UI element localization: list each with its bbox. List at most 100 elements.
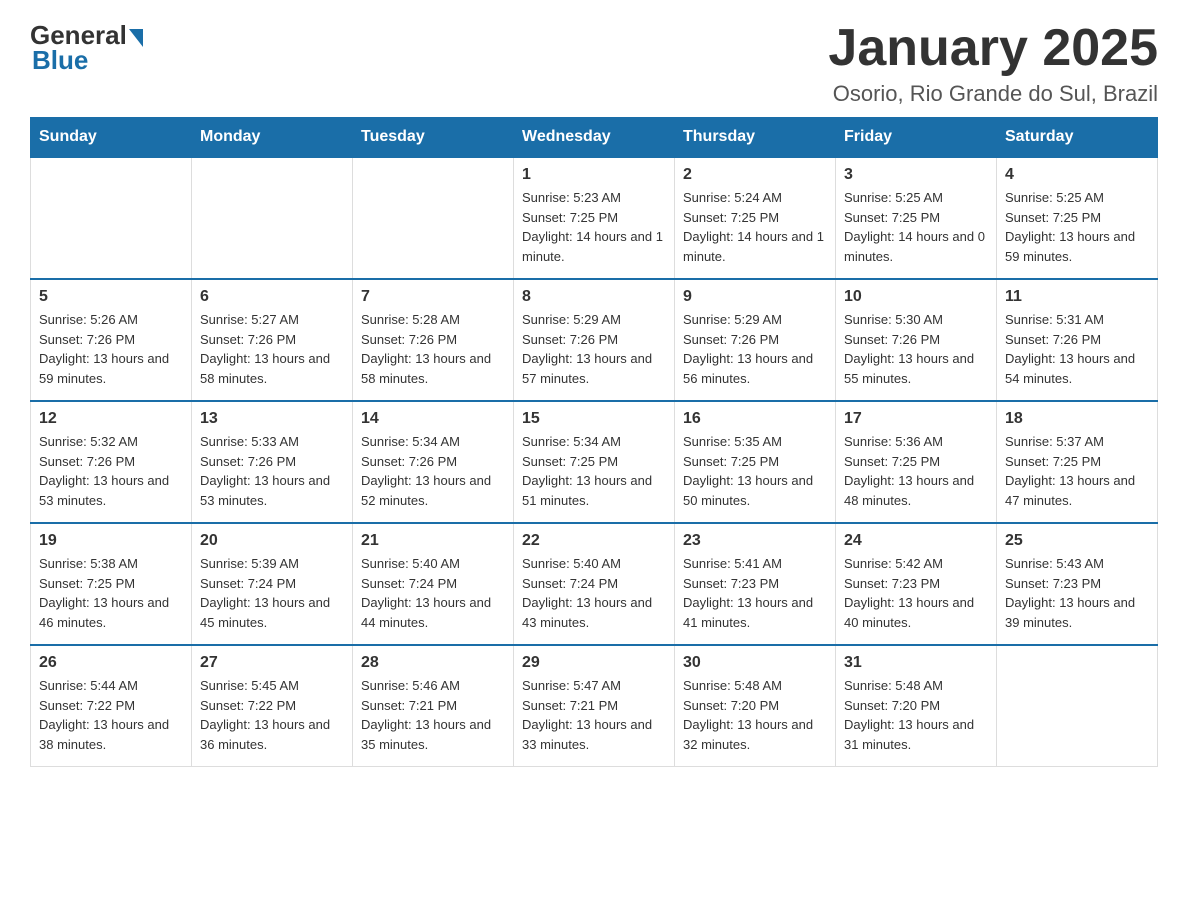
calendar-cell: 19 Sunrise: 5:38 AM Sunset: 7:25 PM Dayli…: [31, 523, 192, 645]
calendar-header-sunday: Sunday: [31, 118, 192, 158]
calendar-cell: 18 Sunrise: 5:37 AM Sunset: 7:25 PM Dayli…: [997, 401, 1158, 523]
logo-arrow-icon: [129, 29, 143, 47]
calendar-cell: [31, 157, 192, 279]
day-number: 1: [522, 166, 666, 184]
title-section: January 2025 Osorio, Rio Grande do Sul, …: [828, 20, 1158, 107]
day-info: Sunrise: 5:38 AM Sunset: 7:25 PM Dayligh…: [39, 554, 183, 632]
day-info: Sunrise: 5:47 AM Sunset: 7:21 PM Dayligh…: [522, 676, 666, 754]
calendar-cell: 10 Sunrise: 5:30 AM Sunset: 7:26 PM Dayli…: [836, 279, 997, 401]
logo-blue-text: Blue: [32, 45, 88, 76]
day-info: Sunrise: 5:39 AM Sunset: 7:24 PM Dayligh…: [200, 554, 344, 632]
calendar-cell: 17 Sunrise: 5:36 AM Sunset: 7:25 PM Dayli…: [836, 401, 997, 523]
calendar-cell: 2 Sunrise: 5:24 AM Sunset: 7:25 PM Daylig…: [675, 157, 836, 279]
calendar-cell: 5 Sunrise: 5:26 AM Sunset: 7:26 PM Daylig…: [31, 279, 192, 401]
day-info: Sunrise: 5:44 AM Sunset: 7:22 PM Dayligh…: [39, 676, 183, 754]
day-number: 6: [200, 288, 344, 306]
calendar-header-row: SundayMondayTuesdayWednesdayThursdayFrid…: [31, 118, 1158, 158]
day-number: 21: [361, 532, 505, 550]
day-info: Sunrise: 5:34 AM Sunset: 7:26 PM Dayligh…: [361, 432, 505, 510]
calendar-cell: 31Sunrise: 5:48 AM Sunset: 7:20 PM Dayli…: [836, 645, 997, 767]
day-info: Sunrise: 5:30 AM Sunset: 7:26 PM Dayligh…: [844, 310, 988, 388]
day-info: Sunrise: 5:35 AM Sunset: 7:25 PM Dayligh…: [683, 432, 827, 510]
day-info: Sunrise: 5:25 AM Sunset: 7:25 PM Dayligh…: [1005, 188, 1149, 266]
calendar-cell: 22 Sunrise: 5:40 AM Sunset: 7:24 PM Dayli…: [514, 523, 675, 645]
calendar-cell: 23Sunrise: 5:41 AM Sunset: 7:23 PM Dayli…: [675, 523, 836, 645]
day-info: Sunrise: 5:28 AM Sunset: 7:26 PM Dayligh…: [361, 310, 505, 388]
calendar-cell: [192, 157, 353, 279]
day-info: Sunrise: 5:40 AM Sunset: 7:24 PM Dayligh…: [361, 554, 505, 632]
day-info: Sunrise: 5:31 AM Sunset: 7:26 PM Dayligh…: [1005, 310, 1149, 388]
day-number: 11: [1005, 288, 1149, 306]
day-info: Sunrise: 5:40 AM Sunset: 7:24 PM Dayligh…: [522, 554, 666, 632]
day-number: 22: [522, 532, 666, 550]
day-info: Sunrise: 5:29 AM Sunset: 7:26 PM Dayligh…: [522, 310, 666, 388]
day-info: Sunrise: 5:27 AM Sunset: 7:26 PM Dayligh…: [200, 310, 344, 388]
day-number: 9: [683, 288, 827, 306]
calendar-cell: 29 Sunrise: 5:47 AM Sunset: 7:21 PM Dayli…: [514, 645, 675, 767]
day-number: 7: [361, 288, 505, 306]
day-number: 16: [683, 410, 827, 428]
day-info: Sunrise: 5:41 AM Sunset: 7:23 PM Dayligh…: [683, 554, 827, 632]
day-info: Sunrise: 5:25 AM Sunset: 7:25 PM Dayligh…: [844, 188, 988, 266]
day-number: 5: [39, 288, 183, 306]
calendar-header-tuesday: Tuesday: [353, 118, 514, 158]
day-number: 18: [1005, 410, 1149, 428]
day-info: Sunrise: 5:45 AM Sunset: 7:22 PM Dayligh…: [200, 676, 344, 754]
day-number: 24: [844, 532, 988, 550]
day-number: 15: [522, 410, 666, 428]
day-number: 27: [200, 654, 344, 672]
calendar-header-friday: Friday: [836, 118, 997, 158]
day-number: 10: [844, 288, 988, 306]
day-info: Sunrise: 5:26 AM Sunset: 7:26 PM Dayligh…: [39, 310, 183, 388]
calendar-cell: 3 Sunrise: 5:25 AM Sunset: 7:25 PM Daylig…: [836, 157, 997, 279]
day-number: 26: [39, 654, 183, 672]
day-info: Sunrise: 5:24 AM Sunset: 7:25 PM Dayligh…: [683, 188, 827, 266]
day-info: Sunrise: 5:33 AM Sunset: 7:26 PM Dayligh…: [200, 432, 344, 510]
day-number: 29: [522, 654, 666, 672]
calendar-cell: 9 Sunrise: 5:29 AM Sunset: 7:26 PM Daylig…: [675, 279, 836, 401]
page-header: General Blue January 2025 Osorio, Rio Gr…: [30, 20, 1158, 107]
calendar-cell: 28 Sunrise: 5:46 AM Sunset: 7:21 PM Dayli…: [353, 645, 514, 767]
day-number: 13: [200, 410, 344, 428]
day-number: 12: [39, 410, 183, 428]
calendar-header-saturday: Saturday: [997, 118, 1158, 158]
day-info: Sunrise: 5:23 AM Sunset: 7:25 PM Dayligh…: [522, 188, 666, 266]
day-info: Sunrise: 5:48 AM Sunset: 7:20 PM Dayligh…: [683, 676, 827, 754]
day-number: 4: [1005, 166, 1149, 184]
calendar-cell: 4 Sunrise: 5:25 AM Sunset: 7:25 PM Daylig…: [997, 157, 1158, 279]
day-number: 28: [361, 654, 505, 672]
calendar-cell: 25 Sunrise: 5:43 AM Sunset: 7:23 PM Dayli…: [997, 523, 1158, 645]
calendar-cell: 1 Sunrise: 5:23 AM Sunset: 7:25 PM Daylig…: [514, 157, 675, 279]
day-info: Sunrise: 5:36 AM Sunset: 7:25 PM Dayligh…: [844, 432, 988, 510]
calendar-cell: 7 Sunrise: 5:28 AM Sunset: 7:26 PM Daylig…: [353, 279, 514, 401]
calendar-cell: 27 Sunrise: 5:45 AM Sunset: 7:22 PM Dayli…: [192, 645, 353, 767]
calendar-cell: 21 Sunrise: 5:40 AM Sunset: 7:24 PM Dayli…: [353, 523, 514, 645]
calendar-cell: 24 Sunrise: 5:42 AM Sunset: 7:23 PM Dayli…: [836, 523, 997, 645]
day-number: 3: [844, 166, 988, 184]
day-number: 14: [361, 410, 505, 428]
day-info: Sunrise: 5:42 AM Sunset: 7:23 PM Dayligh…: [844, 554, 988, 632]
day-info: Sunrise: 5:37 AM Sunset: 7:25 PM Dayligh…: [1005, 432, 1149, 510]
day-number: 2: [683, 166, 827, 184]
calendar-cell: [353, 157, 514, 279]
day-number: 25: [1005, 532, 1149, 550]
day-number: 17: [844, 410, 988, 428]
calendar-cell: 26 Sunrise: 5:44 AM Sunset: 7:22 PM Dayli…: [31, 645, 192, 767]
day-info: Sunrise: 5:32 AM Sunset: 7:26 PM Dayligh…: [39, 432, 183, 510]
calendar-cell: 8Sunrise: 5:29 AM Sunset: 7:26 PM Daylig…: [514, 279, 675, 401]
day-info: Sunrise: 5:43 AM Sunset: 7:23 PM Dayligh…: [1005, 554, 1149, 632]
calendar-week-1: 1 Sunrise: 5:23 AM Sunset: 7:25 PM Daylig…: [31, 157, 1158, 279]
day-info: Sunrise: 5:46 AM Sunset: 7:21 PM Dayligh…: [361, 676, 505, 754]
day-number: 19: [39, 532, 183, 550]
calendar-header-wednesday: Wednesday: [514, 118, 675, 158]
day-number: 30: [683, 654, 827, 672]
calendar-cell: 13 Sunrise: 5:33 AM Sunset: 7:26 PM Dayli…: [192, 401, 353, 523]
calendar-cell: 6 Sunrise: 5:27 AM Sunset: 7:26 PM Daylig…: [192, 279, 353, 401]
logo: General Blue: [30, 20, 143, 76]
calendar-week-4: 19 Sunrise: 5:38 AM Sunset: 7:25 PM Dayli…: [31, 523, 1158, 645]
day-info: Sunrise: 5:29 AM Sunset: 7:26 PM Dayligh…: [683, 310, 827, 388]
calendar-table: SundayMondayTuesdayWednesdayThursdayFrid…: [30, 117, 1158, 767]
day-number: 20: [200, 532, 344, 550]
calendar-cell: 15Sunrise: 5:34 AM Sunset: 7:25 PM Dayli…: [514, 401, 675, 523]
calendar-week-2: 5 Sunrise: 5:26 AM Sunset: 7:26 PM Daylig…: [31, 279, 1158, 401]
